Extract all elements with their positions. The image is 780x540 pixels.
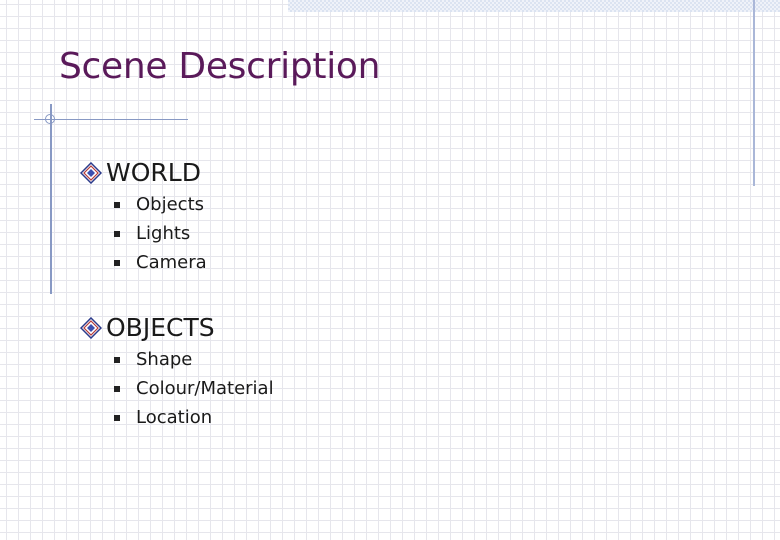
bullet-objects: OBJECTS xyxy=(80,313,215,342)
decorative-crosshair-vertical xyxy=(50,104,52,294)
square-bullet-icon xyxy=(114,357,120,364)
section-heading: WORLD xyxy=(106,158,201,187)
top-decorative-band xyxy=(288,0,780,12)
list-item-label: Objects xyxy=(136,194,205,215)
list-item: Objects xyxy=(114,191,207,220)
square-bullet-icon xyxy=(114,259,120,266)
list-item-label: Camera xyxy=(136,251,207,273)
right-decorative-rule xyxy=(753,0,755,186)
world-sub-list: Objects Lights Camera xyxy=(114,191,207,277)
list-item-label: Colour/Material xyxy=(136,377,274,399)
diamond-bullet-icon xyxy=(80,316,102,339)
decorative-crosshair-horizontal xyxy=(34,119,188,120)
decorative-crosshair-ring xyxy=(45,114,55,124)
objects-sub-list: Shape Colour/Material Location xyxy=(114,346,274,432)
square-bullet-icon xyxy=(114,231,120,238)
bullet-world: WORLD xyxy=(80,158,201,187)
list-item-label: Location xyxy=(136,406,213,428)
list-item: Camera xyxy=(114,249,207,278)
list-item-label: Shape xyxy=(136,349,193,370)
square-bullet-icon xyxy=(114,414,120,421)
list-item-label: Lights xyxy=(136,222,191,244)
diamond-bullet-icon xyxy=(80,161,102,184)
list-item: Lights xyxy=(114,220,207,249)
square-bullet-icon xyxy=(114,386,120,393)
list-item: Colour/Material xyxy=(114,375,274,404)
slide-title: Scene Description xyxy=(59,46,381,87)
list-item: Location xyxy=(114,404,274,433)
list-item: Shape xyxy=(114,346,274,375)
square-bullet-icon xyxy=(114,202,120,209)
section-heading: OBJECTS xyxy=(106,313,215,342)
